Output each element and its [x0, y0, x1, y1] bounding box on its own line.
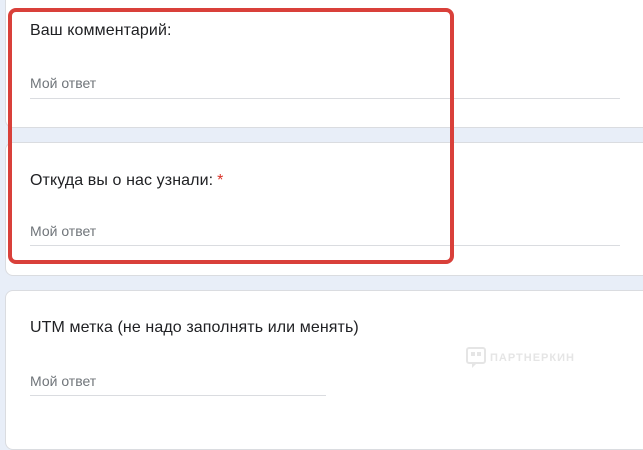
answer-input[interactable]: Мой ответ: [30, 223, 96, 239]
answer-underline: [30, 245, 620, 246]
question-title: Откуда вы о нас узнали: *: [30, 172, 224, 190]
watermark: ПАРТНЕРКИН: [466, 347, 575, 369]
question-card-source: Откуда вы о нас узнали: * Мой ответ: [5, 142, 643, 276]
answer-input[interactable]: Мой ответ: [30, 373, 96, 389]
answer-underline: [30, 395, 326, 396]
question-title: Ваш комментарий:: [30, 22, 172, 39]
question-card-utm: UTM метка (не надо заполнять или менять)…: [5, 290, 643, 450]
question-title: UTM метка (не надо заполнять или менять): [30, 319, 359, 336]
watermark-text: ПАРТНЕРКИН: [490, 352, 575, 364]
watermark-logo-icon: [466, 347, 486, 368]
question-card-comment: Ваш комментарий: Мой ответ: [5, 0, 643, 128]
required-asterisk: *: [217, 172, 224, 189]
answer-input[interactable]: Мой ответ: [30, 75, 96, 91]
answer-underline: [30, 98, 620, 99]
question-title-text: Откуда вы о нас узнали:: [30, 172, 214, 189]
